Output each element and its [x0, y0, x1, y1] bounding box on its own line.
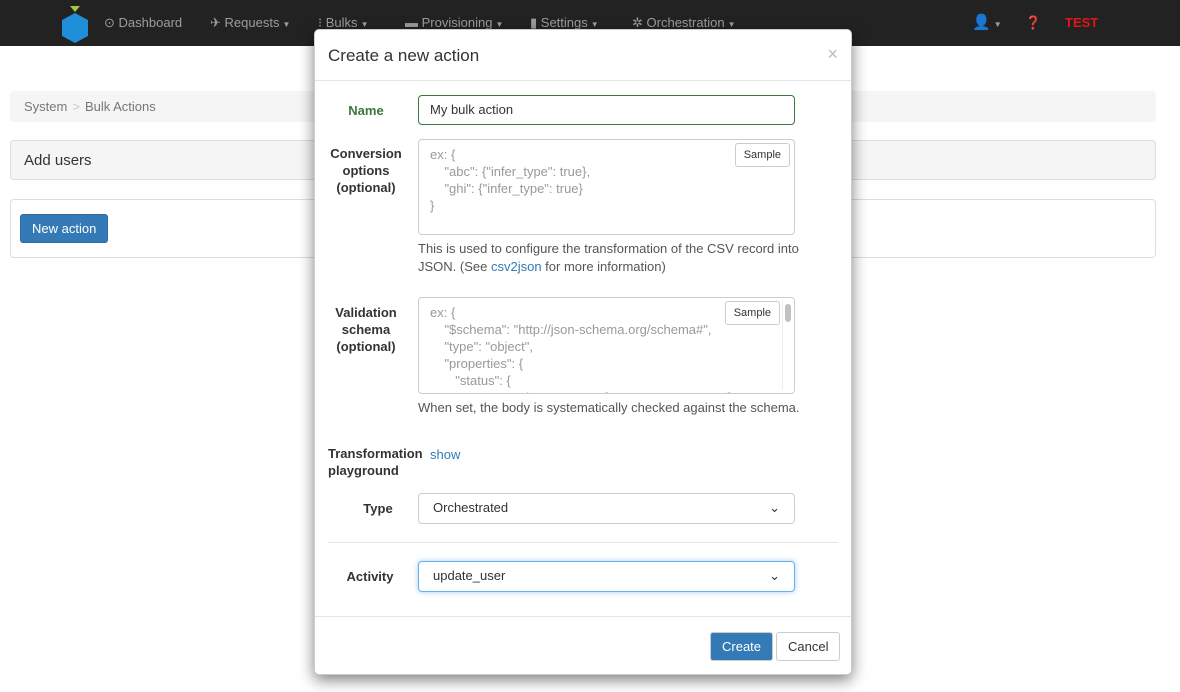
caret-icon: ▼: [727, 20, 736, 29]
conversion-label: Conversion options (optional): [330, 146, 402, 195]
nav-dashboard[interactable]: ⊙ Dashboard: [104, 15, 182, 31]
caret-icon: ▼: [360, 20, 369, 29]
nav-provisioning[interactable]: ▬ Provisioning ▼: [405, 15, 503, 30]
type-select[interactable]: Orchestrated ⌄: [418, 493, 795, 524]
csv2json-link[interactable]: csv2json: [491, 259, 542, 274]
chevron-down-icon: ⌄: [769, 568, 780, 583]
user-icon: 👤: [972, 14, 991, 31]
caret-icon: ▼: [282, 20, 291, 29]
new-action-button[interactable]: New action: [20, 214, 109, 243]
chevron-down-icon: ⌄: [769, 500, 780, 515]
name-label: Name: [348, 103, 384, 118]
activity-label: Activity: [346, 569, 394, 584]
caret-icon: ▼: [495, 20, 504, 29]
playground-show-link[interactable]: show: [430, 447, 460, 462]
scrollbar[interactable]: [782, 300, 792, 390]
nav-label: Orchestration: [646, 15, 725, 30]
activity-select[interactable]: update_user ⌄: [418, 561, 795, 592]
send-icon: ✈: [210, 15, 221, 30]
nav-requests[interactable]: ✈ Requests ▼: [210, 15, 290, 31]
activity-value: update_user: [433, 568, 506, 583]
caret-icon: ▼: [590, 20, 599, 29]
validation-help: When set, the body is systematically che…: [418, 400, 800, 415]
nav-label: Settings: [540, 15, 588, 30]
modal-footer: Create Cancel: [315, 616, 851, 674]
help-text: for more information): [541, 259, 666, 274]
nav-label: Provisioning: [421, 15, 493, 30]
close-icon[interactable]: ×: [827, 44, 838, 65]
bulks-icon: ⁝: [318, 15, 323, 30]
hdd-icon: ▬: [405, 15, 418, 30]
conversion-placeholder: ex: { "abc": {"infer_type": true}, "ghi"…: [430, 147, 591, 213]
user-menu[interactable]: 👤 ▼: [972, 13, 1002, 31]
clock-icon: ⊙: [104, 15, 115, 30]
create-action-modal: Create a new action × Name My bulk action…: [314, 29, 852, 675]
cancel-button[interactable]: Cancel: [776, 632, 841, 661]
modal-title: Create a new action: [328, 46, 480, 65]
type-value: Orchestrated: [433, 500, 509, 515]
modal-header: Create a new action ×: [315, 30, 851, 81]
validation-label: Validation schema (optional): [335, 305, 397, 354]
help-icon[interactable]: ❓: [1025, 15, 1041, 31]
signal-icon: ▮: [530, 15, 538, 30]
validation-textarea[interactable]: ex: { "$schema": "http://json-schema.org…: [418, 297, 795, 394]
conversion-textarea[interactable]: ex: { "abc": {"infer_type": true}, "ghi"…: [418, 139, 795, 235]
env-badge: TEST: [1065, 15, 1099, 30]
nav-label: Dashboard: [118, 15, 183, 30]
nav-label: Requests: [224, 15, 280, 30]
scrollbar-thumb[interactable]: [785, 304, 791, 322]
validation-sample-button[interactable]: Sample: [724, 301, 780, 325]
type-label: Type: [363, 501, 393, 516]
validation-placeholder: ex: { "$schema": "http://json-schema.org…: [430, 305, 731, 393]
caret-icon: ▼: [993, 20, 1002, 29]
conversion-help: This is used to configure the transforma…: [418, 240, 808, 276]
create-button[interactable]: Create: [710, 632, 774, 661]
breadcrumb-system[interactable]: System: [24, 99, 67, 114]
playground-label: Transformation playground: [328, 446, 423, 478]
name-input[interactable]: My bulk action: [418, 95, 795, 125]
cog-icon: ✲: [632, 15, 643, 30]
conversion-sample-button[interactable]: Sample: [734, 143, 790, 167]
nav-label: Bulks: [325, 15, 358, 30]
breadcrumb-current: Bulk Actions: [84, 99, 156, 114]
separator: >: [72, 99, 80, 114]
logo-icon[interactable]: [60, 4, 90, 44]
divider: [328, 542, 838, 543]
